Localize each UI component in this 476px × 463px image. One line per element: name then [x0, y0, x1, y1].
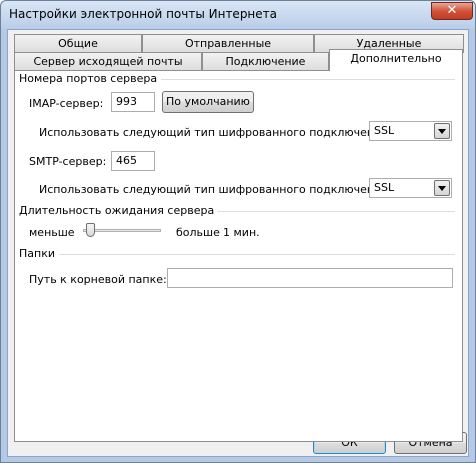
ports-group-title: Номера портов сервера	[19, 72, 162, 85]
dropdown-button[interactable]	[434, 180, 450, 196]
imap-encryption-select[interactable]: SSL	[369, 121, 452, 141]
tab-outgoing-server[interactable]: Сервер исходящей почты	[14, 52, 202, 71]
window-title: Настройки электронной почты Интернета	[9, 7, 278, 21]
tab-panel-advanced: Номера портов сервера IMAP-сервер: 993 П…	[14, 70, 463, 442]
default-ports-button[interactable]: По умолчанию	[162, 91, 254, 113]
folders-group-title: Папки	[19, 247, 59, 260]
dialog-client-area: Общие Отправленные Удаленные Сервер исхо…	[7, 29, 469, 457]
close-icon: ✕	[446, 3, 458, 18]
smtp-port-input[interactable]: 465	[111, 151, 155, 171]
chevron-down-icon	[438, 186, 446, 191]
smtp-encryption-value: SSL	[374, 181, 395, 194]
tab-sent[interactable]: Отправленные	[142, 34, 314, 53]
close-button[interactable]: ✕	[431, 2, 473, 20]
title-bar[interactable]: Настройки электронной почты Интернета ✕	[1, 1, 475, 29]
imap-port-label: IMAP-сервер:	[29, 97, 104, 110]
dropdown-button[interactable]	[434, 123, 450, 139]
dialog-window: Настройки электронной почты Интернета ✕ …	[0, 0, 476, 463]
timeout-more-label: больше	[176, 226, 220, 239]
smtp-encryption-select[interactable]: SSL	[369, 178, 452, 198]
root-folder-label: Путь к корневой папке:	[29, 273, 167, 286]
smtp-encryption-label: Использовать следующий тип шифрованного …	[39, 183, 392, 196]
imap-encryption-label: Использовать следующий тип шифрованного …	[39, 126, 392, 139]
imap-port-input[interactable]: 993	[111, 92, 155, 112]
smtp-port-label: SMTP-сервер:	[29, 155, 107, 168]
tab-general[interactable]: Общие	[14, 34, 142, 53]
timeout-less-label: меньше	[29, 226, 75, 239]
tab-advanced[interactable]: Дополнительно	[329, 49, 463, 71]
group-divider	[21, 254, 455, 255]
imap-encryption-value: SSL	[374, 124, 395, 137]
chevron-down-icon	[438, 129, 446, 134]
tab-connection[interactable]: Подключение	[202, 52, 329, 71]
timeout-slider-thumb[interactable]	[86, 223, 96, 237]
root-folder-input[interactable]	[167, 268, 453, 288]
timeout-value: 1 мин.	[223, 226, 260, 239]
timeout-group-title: Длительность ожидания сервера	[19, 204, 219, 217]
